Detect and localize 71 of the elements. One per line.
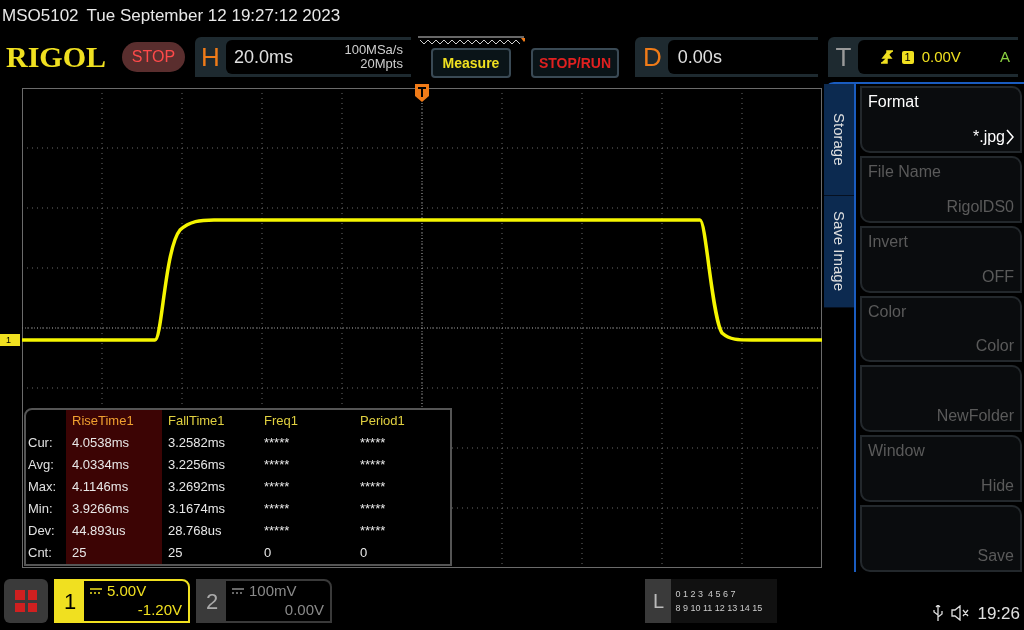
run-state-badge: STOP xyxy=(121,42,186,72)
measurement-header[interactable]: RiseTime1 xyxy=(66,410,162,432)
measurement-value: 3.2692ms xyxy=(167,478,227,496)
horizontal-panel[interactable]: H 20.0ms 100MSa/s 20Mpts xyxy=(195,37,411,77)
channel-panel[interactable]: 1 5.00V -1.20V xyxy=(54,579,190,623)
channel-marker: 1 xyxy=(0,334,20,346)
measurement-value: ***** xyxy=(359,456,387,474)
measurement-value: 25 xyxy=(167,544,184,562)
dc-coupling-icon xyxy=(90,587,102,594)
measurement-value: 3.9266ms xyxy=(66,498,162,520)
memory-depth: 20Mpts xyxy=(360,57,403,71)
speaker-muted-icon xyxy=(951,605,970,622)
logic-panel[interactable]: L 0 1 2 3 4 5 6 7 8 9 10 11 12 13 14 15 xyxy=(645,579,778,623)
measurement-value: 0 xyxy=(359,544,369,562)
measurement-value: ***** xyxy=(263,456,291,474)
measurement-value: ***** xyxy=(359,522,387,540)
measurement-value: 3.1674ms xyxy=(167,500,227,518)
trigger-position-icon xyxy=(415,84,429,102)
chevron-right-icon xyxy=(1006,128,1014,145)
channel-panel[interactable]: 2 100mV 0.00V xyxy=(196,579,332,623)
delay-label: D xyxy=(643,40,662,74)
side-tab[interactable]: Storage xyxy=(824,84,854,196)
logic-channel-numbers: 0 1 2 3 4 5 6 7 xyxy=(675,588,737,601)
side-tab[interactable]: Save Image xyxy=(824,196,854,308)
menu-grid-button[interactable] xyxy=(4,579,48,623)
measurement-value: 3.2582ms xyxy=(167,434,227,452)
date-time: Tue September 12 19:27:12 2023 xyxy=(86,5,341,28)
measurement-value: ***** xyxy=(359,500,387,518)
trigger-level: 0.00V xyxy=(921,46,961,67)
measurement-value: ***** xyxy=(359,478,387,496)
measurement-row-label: Max: xyxy=(28,478,58,496)
horizontal-label: H xyxy=(201,40,220,74)
measurement-value: 28.768us xyxy=(167,522,223,540)
trigger-label: T xyxy=(835,40,852,74)
trigger-source-badge: 1 xyxy=(901,50,914,64)
measurement-value: ***** xyxy=(263,434,291,452)
stop-run-button[interactable]: STOP/RUN xyxy=(530,48,620,78)
measurement-row-label: Min: xyxy=(28,500,54,518)
measurement-value: ***** xyxy=(263,478,291,496)
measurement-value: 25 xyxy=(66,542,162,564)
measure-button[interactable]: Measure xyxy=(430,48,512,78)
measurement-value: 4.0538ms xyxy=(66,432,162,454)
model-name: MSO5102 xyxy=(2,5,79,28)
sample-rate: 100MSa/s xyxy=(344,43,403,57)
usb-icon xyxy=(933,605,944,622)
measurement-row-label: Cur: xyxy=(28,434,54,452)
measurement-row-label: Dev: xyxy=(28,522,56,540)
measurement-value: 44.893us xyxy=(66,520,162,542)
measurement-value: 4.0334ms xyxy=(66,454,162,476)
timebase-value: 20.0ms xyxy=(233,45,293,69)
measurement-header[interactable]: Period1 xyxy=(354,410,450,432)
delay-panel[interactable]: D 0.00s xyxy=(635,37,818,77)
memory-zigzag-icon xyxy=(416,36,525,46)
measurement-row-label: Cnt: xyxy=(28,544,53,562)
measurement-value: 0 xyxy=(263,544,273,562)
measurement-value: ***** xyxy=(359,434,387,452)
measurement-value: ***** xyxy=(263,500,291,518)
clock: 19:26 xyxy=(977,602,1020,625)
dc-coupling-icon xyxy=(232,587,244,594)
measurement-header[interactable]: FallTime1 xyxy=(162,410,258,432)
measurement-value: ***** xyxy=(263,522,291,540)
delay-value: 0.00s xyxy=(677,45,722,69)
trigger-mode: A xyxy=(1000,46,1010,67)
measurement-header[interactable]: Freq1 xyxy=(258,410,354,432)
trigger-panel[interactable]: T 1 0.00V A xyxy=(827,37,1018,77)
measurement-value: 4.1146ms xyxy=(66,476,162,498)
logic-channel-numbers: 8 9 10 11 12 13 14 15 xyxy=(675,602,764,615)
brand-logo: RIGOL xyxy=(6,42,108,72)
menu-button[interactable]: Format *.jpg xyxy=(860,86,1022,153)
measurement-row-label: Avg: xyxy=(28,456,55,474)
measurement-value: 3.2256ms xyxy=(167,456,227,474)
